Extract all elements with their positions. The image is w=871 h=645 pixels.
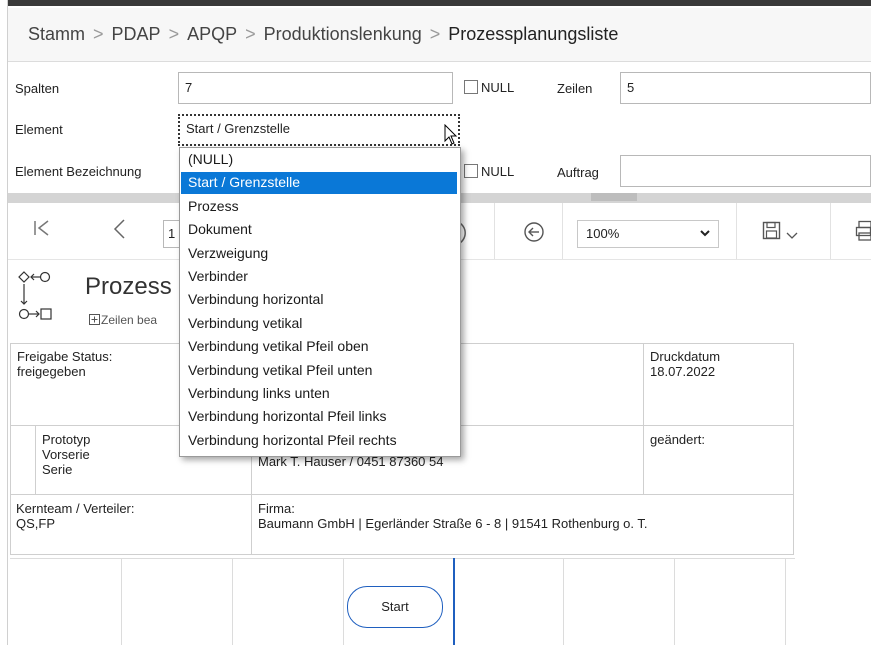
zoom-value: 100% <box>586 226 620 241</box>
mouse-cursor-icon <box>444 124 458 145</box>
spalten-input[interactable]: 7 <box>178 72 453 104</box>
druckdatum-cell: Druckdatum 18.07.2022 <box>643 343 794 426</box>
print-icon[interactable] <box>855 220 871 247</box>
breadcrumb-separator: > <box>429 24 441 44</box>
dropdown-option[interactable]: Verbindung horizontal Pfeil rechts <box>181 430 457 452</box>
breadcrumb-current: Prozessplanungsliste <box>448 24 619 44</box>
grid-top-line <box>10 558 795 559</box>
spalten-null-label: NULL <box>481 80 515 95</box>
breadcrumb-separator: > <box>245 24 256 44</box>
breadcrumb-item-produktionslenkung[interactable]: Produktionslenkung <box>264 24 422 44</box>
druckdatum-value: 18.07.2022 <box>650 364 716 379</box>
grid-column-line <box>785 558 786 645</box>
firma-cell: Firma: Baumann GmbH | Egerländer Straße … <box>251 494 794 555</box>
dropdown-option[interactable]: Verbindung links unten <box>181 383 457 405</box>
previous-page-icon[interactable] <box>112 218 126 246</box>
plus-box-icon <box>89 314 100 325</box>
first-page-icon[interactable] <box>33 218 51 244</box>
dropdown-option[interactable]: Verbindung vetikal Pfeil unten <box>181 360 457 382</box>
toolbar-divider <box>494 203 495 259</box>
spalten-null-checkbox[interactable] <box>464 80 478 94</box>
dropdown-option[interactable]: Dokument <box>181 219 457 241</box>
flowchart-logo-icon <box>18 270 62 331</box>
back-arrow-icon[interactable] <box>523 221 545 248</box>
element-dropdown-list[interactable]: (NULL) Start / Grenzstelle Prozess Dokument… <box>179 147 461 457</box>
chevron-down-icon <box>699 221 711 256</box>
spalten-label: Spalten <box>15 81 60 96</box>
grid-column-line <box>121 558 122 645</box>
kernteam-value: QS,FP <box>16 516 56 531</box>
zeilen-input[interactable]: 5 <box>620 72 871 104</box>
breadcrumb-separator: > <box>168 24 180 44</box>
dropdown-option[interactable]: Start / Grenzstelle <box>181 172 457 195</box>
dropdown-option[interactable]: Verzweigung <box>181 243 457 265</box>
grid-column-line <box>563 558 564 645</box>
geaendert-label: geändert: <box>650 432 705 447</box>
breadcrumb-item-apqp[interactable]: APQP <box>187 24 237 44</box>
selected-column-line <box>453 558 455 645</box>
grid-column-line <box>674 558 675 645</box>
expand-rows-label: Zeilen bea <box>101 313 158 327</box>
dropdown-option[interactable]: Verbinder <box>181 266 457 288</box>
geaendert-cell: geändert: <box>643 425 794 495</box>
kernteam-cell: Kernteam / Verteiler: QS,FP <box>10 494 252 555</box>
breadcrumb-item-stamm[interactable]: Stamm <box>28 24 85 44</box>
kernteam-label: Kernteam / Verteiler: <box>16 501 135 516</box>
start-label: Start <box>381 599 409 614</box>
grid-column-line <box>232 558 233 645</box>
phase-check-cell <box>10 425 36 495</box>
toolbar-divider <box>830 203 831 259</box>
element-bezeichnung-null-checkbox[interactable] <box>464 164 478 178</box>
auftrag-input[interactable] <box>620 155 871 187</box>
dropdown-option[interactable]: Prozess <box>181 196 457 218</box>
element-select-value: Start / Grenzstelle <box>186 121 291 136</box>
firma-value: Baumann GmbH | Egerländer Straße 6 - 8 |… <box>258 516 648 531</box>
dropdown-option[interactable]: (NULL) <box>181 149 457 171</box>
start-shape[interactable]: Start <box>347 586 443 628</box>
left-border <box>0 0 8 645</box>
zoom-select[interactable]: 100% <box>577 220 719 248</box>
breadcrumb-item-pdap[interactable]: PDAP <box>112 24 161 44</box>
dropdown-option[interactable]: Verbindung vetikal Pfeil oben <box>181 336 457 358</box>
save-dropdown-chevron-icon[interactable] <box>786 228 798 246</box>
splitter-grip[interactable] <box>591 193 637 201</box>
breadcrumb: Stamm > PDAP > APQP > Produktionslenkung > Proze… <box>28 24 618 45</box>
phase-serie: Serie <box>42 462 73 477</box>
grid-column-line <box>343 558 344 645</box>
druckdatum-label: Druckdatum <box>650 349 721 364</box>
toolbar-divider <box>736 203 737 259</box>
element-label: Element <box>15 122 63 137</box>
dropdown-option[interactable]: Verbindung horizontal Pfeil links <box>181 406 457 428</box>
save-icon[interactable] <box>762 221 782 246</box>
element-bezeichnung-label: Element Bezeichnung <box>15 164 142 179</box>
zeilen-label: Zeilen <box>557 81 593 96</box>
report-title: Prozess <box>85 273 172 300</box>
dropdown-option[interactable]: Verbindung horizontal <box>181 289 457 311</box>
element-select[interactable]: Start / Grenzstelle <box>178 114 460 146</box>
toolbar-divider <box>562 203 563 259</box>
window-top-border <box>0 0 871 6</box>
element-bezeichnung-null-label: NULL <box>481 164 515 179</box>
auftrag-label: Auftrag <box>557 165 599 180</box>
breadcrumb-separator: > <box>93 24 104 44</box>
firma-label: Firma: <box>258 501 295 516</box>
dropdown-option[interactable]: Verbindung vetikal <box>181 313 457 335</box>
expand-rows-link[interactable]: Zeilen bea <box>89 313 157 327</box>
